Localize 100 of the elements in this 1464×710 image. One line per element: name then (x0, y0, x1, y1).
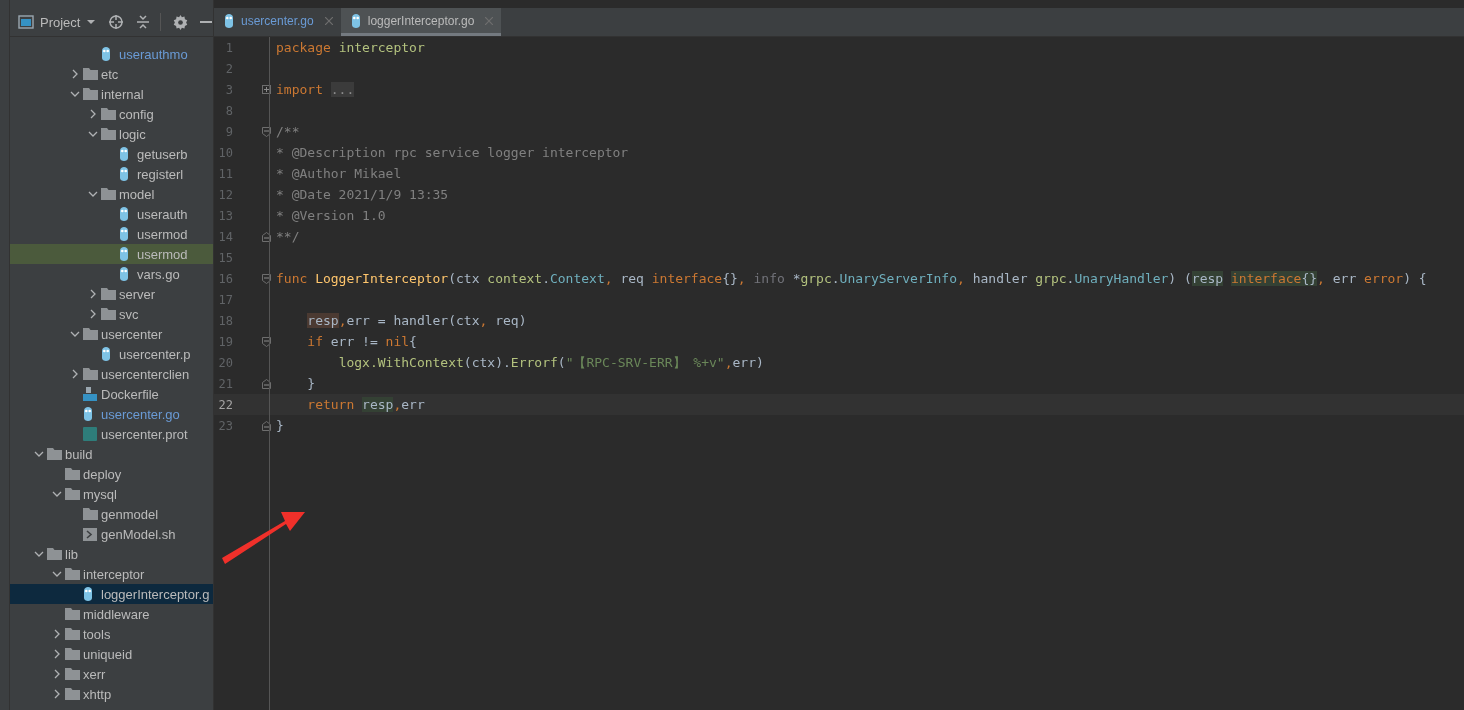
tree-row[interactable]: vars.go (10, 264, 213, 284)
tree-row[interactable]: usermod (10, 224, 213, 244)
line-number: 20 (217, 355, 233, 370)
chevron-right-icon[interactable] (52, 669, 62, 679)
tree-item-label: middleware (83, 606, 150, 622)
tree-row[interactable]: mysql (10, 484, 213, 504)
tree-row[interactable]: xerr (10, 664, 213, 684)
chevron-right-icon[interactable] (88, 309, 98, 319)
code-line: logx.WithContext(ctx).Errorf("【RPC-SRV-ERR】 %+v",err) (337, 353, 764, 372)
tree-item-label: interceptor (83, 566, 145, 582)
folder-icon (47, 548, 62, 560)
settings-icon[interactable] (173, 14, 189, 30)
tree-row[interactable]: svc (10, 304, 213, 324)
tree-row[interactable]: logic (10, 124, 213, 144)
line-number: 19 (217, 334, 233, 349)
tree-item-label: usercenter.p (119, 346, 191, 362)
code-line: } (275, 418, 284, 433)
tree-item-label: usercenter (101, 326, 163, 342)
tree-row[interactable]: Dockerfile (10, 384, 213, 404)
tree-row[interactable]: usercenter.p (10, 344, 213, 364)
chevron-right-icon[interactable] (70, 69, 80, 79)
tree-item-label: config (119, 106, 154, 122)
tree-row[interactable]: model (10, 184, 213, 204)
tree-row[interactable]: userauth (10, 204, 213, 224)
fold-end-icon[interactable] (262, 420, 271, 431)
chevron-down-icon[interactable] (52, 489, 62, 499)
tree-row[interactable]: registerl (10, 164, 213, 184)
collapse-all-icon[interactable] (136, 14, 151, 30)
expand-fold-icon[interactable] (262, 85, 271, 94)
tree-row[interactable]: lib (10, 544, 213, 564)
chevron-right-icon[interactable] (70, 369, 80, 379)
tree-row[interactable]: usercenter.go (10, 404, 213, 424)
tree-row[interactable]: internal (10, 84, 213, 104)
tree-row[interactable]: middleware (10, 604, 213, 624)
folder-icon (101, 308, 116, 320)
fold-start-icon[interactable] (262, 336, 271, 347)
minimize-icon[interactable] (200, 21, 213, 23)
line-number: 17 (217, 292, 233, 307)
fold-start-icon[interactable] (262, 273, 271, 284)
tree-item-label: mysql (83, 486, 117, 502)
tree-row[interactable]: interceptor (10, 564, 213, 584)
tree-item-label: usercenter.go (101, 406, 180, 422)
chevron-down-icon[interactable] (88, 189, 98, 199)
tree-row[interactable]: getuserb (10, 144, 213, 164)
tree-row[interactable]: userauthmo (10, 44, 213, 64)
chevron-down-icon[interactable] (70, 89, 80, 99)
chevron-down-icon[interactable] (70, 329, 80, 339)
chevron-down-icon[interactable] (34, 549, 44, 559)
chevron-right-icon[interactable] (88, 109, 98, 119)
chevron-right-icon[interactable] (52, 629, 62, 639)
folder-icon (65, 568, 80, 580)
tree-row[interactable]: genModel.sh (10, 524, 213, 544)
chevron-down-icon[interactable] (34, 449, 44, 459)
tree-row[interactable]: loggerInterceptor.g (10, 584, 213, 604)
editor-tab[interactable]: loggerInterceptor.go (340, 8, 502, 36)
fold-start-icon[interactable] (262, 126, 271, 137)
caret-icon[interactable] (86, 19, 97, 25)
chevron-down-icon[interactable] (52, 569, 62, 579)
chevron-right-icon[interactable] (52, 649, 62, 659)
line-number: 16 (217, 271, 233, 286)
fold-end-icon[interactable] (262, 378, 271, 389)
tree-row[interactable]: etc (10, 64, 213, 84)
tree-row[interactable]: usermod (10, 244, 213, 264)
tree-row[interactable]: xhttp (10, 684, 213, 704)
tree-item-label: server (119, 286, 156, 302)
folder-icon (101, 128, 116, 140)
tree-row[interactable]: genmodel (10, 504, 213, 524)
folder-icon (65, 488, 80, 500)
folder-icon (65, 688, 80, 700)
tree-row[interactable]: usercenter.prot (10, 424, 213, 444)
terminal-file-icon (83, 527, 97, 541)
tree-row[interactable]: deploy (10, 464, 213, 484)
tree-row[interactable]: tools (10, 624, 213, 644)
tree-item-label: getuserb (137, 146, 188, 162)
tree-item-label: model (119, 186, 155, 202)
tree-row[interactable]: build (10, 444, 213, 464)
chevron-right-icon[interactable] (52, 689, 62, 699)
gopher-file-icon (119, 167, 129, 181)
line-number: 12 (217, 187, 233, 202)
chevron-right-icon[interactable] (88, 289, 98, 299)
tree-item-label: lib (65, 546, 78, 562)
tree-row[interactable]: uniqueid (10, 644, 213, 664)
editor-tab[interactable]: usercenter.go (214, 8, 341, 36)
tree-item-label: usercenterclien (101, 366, 190, 382)
chevron-down-icon[interactable] (88, 129, 98, 139)
tree-row[interactable]: usercenterclien (10, 364, 213, 384)
gopher-file-icon (119, 267, 129, 281)
dockerfile-icon (83, 387, 97, 401)
tree-row[interactable]: usercenter (10, 324, 213, 344)
gopher-file-icon (119, 147, 129, 161)
tree-item-label: usermod (137, 246, 188, 262)
proto-file-icon (83, 427, 97, 441)
tree-row[interactable]: server (10, 284, 213, 304)
tree-row[interactable]: config (10, 104, 213, 124)
tree-item-label: internal (101, 86, 144, 102)
locate-icon[interactable] (108, 14, 125, 30)
fold-end-icon[interactable] (262, 231, 271, 242)
panel-title[interactable]: Project (40, 14, 81, 30)
line-number: 21 (217, 376, 233, 391)
folder-icon (83, 328, 98, 340)
